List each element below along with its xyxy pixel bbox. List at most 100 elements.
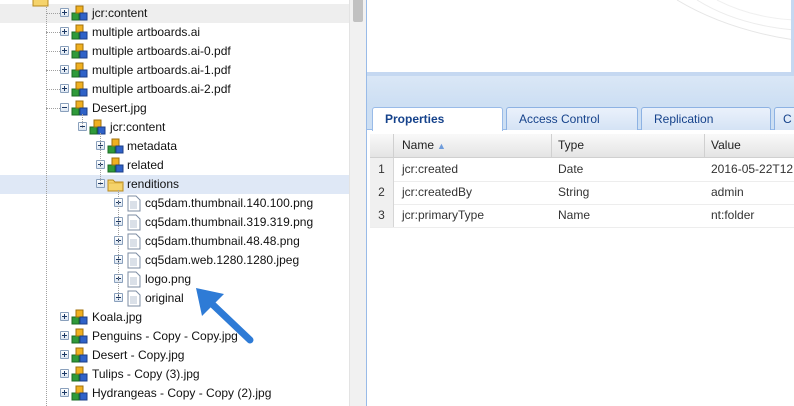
panel-splitter[interactable] bbox=[367, 76, 794, 104]
properties-panel: Properties Access Control Replication C … bbox=[366, 0, 794, 406]
scrollbar-thumb[interactable] bbox=[353, 0, 363, 22]
column-header-value[interactable]: Value bbox=[705, 134, 794, 157]
tree-node-label[interactable]: multiple artboards.ai-0.pdf bbox=[92, 42, 231, 61]
node-icon bbox=[71, 24, 88, 40]
tree-node-label[interactable]: jcr:content bbox=[92, 4, 147, 23]
table-row[interactable]: 2 jcr:createdBy String admin bbox=[370, 181, 794, 205]
tree-node-penguins[interactable]: Penguins - Copy - Copy.jpg bbox=[0, 327, 349, 346]
cell-value[interactable]: nt:folder bbox=[705, 204, 794, 227]
tree-guide-line bbox=[46, 70, 60, 71]
node-icon bbox=[71, 347, 88, 363]
tree-node-label[interactable]: logo.png bbox=[145, 270, 191, 289]
tree-node-desert-jcr-content[interactable]: jcr:content bbox=[0, 118, 349, 137]
expand-icon[interactable] bbox=[60, 388, 69, 397]
tree-node-logo-png[interactable]: logo.png bbox=[0, 270, 349, 289]
tree-node-label[interactable]: multiple artboards.ai-2.pdf bbox=[92, 80, 231, 99]
rownum-header bbox=[370, 134, 394, 157]
tree-node-label[interactable]: renditions bbox=[127, 175, 179, 194]
tree-node-label[interactable]: related bbox=[127, 156, 164, 175]
tree-node-label[interactable]: metadata bbox=[127, 137, 177, 156]
tree-node-thumbnail-319[interactable]: cq5dam.thumbnail.319.319.png bbox=[0, 213, 349, 232]
tree-node-label[interactable]: multiple artboards.ai bbox=[92, 23, 200, 42]
tree-node-hydrangeas[interactable]: Hydrangeas - Copy - Copy (2).jpg bbox=[0, 384, 349, 403]
tree-guide-line bbox=[46, 51, 60, 52]
expand-icon[interactable] bbox=[60, 84, 69, 93]
tree-node-koala-jpg[interactable]: Koala.jpg bbox=[0, 308, 349, 327]
tree-node-renditions[interactable]: renditions bbox=[0, 175, 349, 194]
tree-node-related[interactable]: related bbox=[0, 156, 349, 175]
tree-node-label[interactable]: Desert - Copy.jpg bbox=[92, 346, 184, 365]
tree-guide-line bbox=[100, 133, 101, 185]
cell-type[interactable]: String bbox=[552, 181, 705, 204]
tree-node-original[interactable]: original bbox=[0, 289, 349, 308]
column-header-type[interactable]: Type bbox=[552, 134, 705, 157]
node-icon bbox=[107, 138, 124, 154]
tree-node-thumbnail-140[interactable]: cq5dam.thumbnail.140.100.png bbox=[0, 194, 349, 213]
tree-guide-line bbox=[46, 108, 60, 109]
cell-name[interactable]: jcr:primaryType bbox=[394, 204, 552, 227]
sort-ascending-icon: ▲ bbox=[437, 141, 446, 151]
tree-node-thumbnail-48[interactable]: cq5dam.thumbnail.48.48.png bbox=[0, 232, 349, 251]
expand-icon[interactable] bbox=[60, 27, 69, 36]
cell-name[interactable]: jcr:createdBy bbox=[394, 181, 552, 204]
folder-icon bbox=[32, 0, 49, 7]
file-icon bbox=[127, 271, 141, 288]
node-icon bbox=[71, 385, 88, 401]
tree-node-web-1280[interactable]: cq5dam.web.1280.1280.jpeg bbox=[0, 251, 349, 270]
tree-node-label[interactable]: cq5dam.thumbnail.140.100.png bbox=[145, 194, 313, 213]
tree-node-label[interactable]: Tulips - Copy (3).jpg bbox=[92, 365, 200, 384]
tree-node-label[interactable]: jcr:content bbox=[110, 118, 165, 137]
file-icon bbox=[127, 214, 141, 231]
editor-area bbox=[367, 0, 794, 76]
file-icon bbox=[127, 195, 141, 212]
properties-grid: Name ▲ Type Value 1 jcr:created Date 2016… bbox=[370, 134, 794, 406]
node-icon bbox=[71, 328, 88, 344]
tree-node-label[interactable]: Koala.jpg bbox=[92, 308, 142, 327]
tree-node-label[interactable]: cq5dam.web.1280.1280.jpeg bbox=[145, 251, 299, 270]
tree-scrollbar[interactable] bbox=[349, 0, 366, 406]
tab-overflow[interactable]: C bbox=[774, 107, 794, 130]
expand-icon[interactable] bbox=[60, 331, 69, 340]
tree-node-label[interactable]: original bbox=[145, 289, 184, 308]
node-icon bbox=[71, 100, 88, 116]
node-icon bbox=[71, 43, 88, 59]
tree-node-desert-copy[interactable]: Desert - Copy.jpg bbox=[0, 346, 349, 365]
tree-node-label[interactable]: cq5dam.thumbnail.48.48.png bbox=[145, 232, 300, 251]
cell-value[interactable]: admin bbox=[705, 181, 794, 204]
tree-guide-line bbox=[46, 32, 60, 33]
tree-node-label[interactable]: Desert.jpg bbox=[92, 99, 147, 118]
file-icon bbox=[127, 290, 141, 307]
tree-node-label[interactable]: Hydrangeas - Copy - Copy (2).jpg bbox=[92, 384, 271, 403]
node-icon bbox=[107, 157, 124, 173]
row-number: 2 bbox=[370, 181, 394, 204]
cell-type[interactable]: Date bbox=[552, 158, 705, 181]
column-header-label: Name bbox=[402, 138, 435, 152]
tab-properties[interactable]: Properties bbox=[372, 107, 503, 131]
collapse-icon[interactable] bbox=[60, 103, 69, 112]
table-row[interactable]: 3 jcr:primaryType Name nt:folder bbox=[370, 204, 794, 228]
tab-strip: Properties Access Control Replication C bbox=[367, 104, 794, 131]
tree-node-tulips[interactable]: Tulips - Copy (3).jpg bbox=[0, 365, 349, 384]
folder-icon bbox=[107, 179, 124, 192]
tree-node-label[interactable]: cq5dam.thumbnail.319.319.png bbox=[145, 213, 313, 232]
background-decoration bbox=[676, 0, 791, 40]
tab-access-control[interactable]: Access Control bbox=[506, 107, 638, 130]
file-icon bbox=[127, 252, 141, 269]
row-number: 3 bbox=[370, 204, 394, 227]
tree-node-label[interactable]: multiple artboards.ai-1.pdf bbox=[92, 61, 231, 80]
cell-name[interactable]: jcr:created bbox=[394, 158, 552, 181]
expand-icon[interactable] bbox=[60, 8, 69, 17]
expand-icon[interactable] bbox=[60, 65, 69, 74]
tab-replication[interactable]: Replication bbox=[641, 107, 771, 130]
cell-value[interactable]: 2016-05-22T12 bbox=[705, 158, 794, 181]
expand-icon[interactable] bbox=[60, 350, 69, 359]
node-icon bbox=[71, 5, 88, 21]
node-icon bbox=[71, 62, 88, 78]
expand-icon[interactable] bbox=[60, 46, 69, 55]
expand-icon[interactable] bbox=[60, 369, 69, 378]
tree-node-metadata[interactable]: metadata bbox=[0, 137, 349, 156]
column-header-name[interactable]: Name ▲ bbox=[394, 134, 552, 157]
table-row[interactable]: 1 jcr:created Date 2016-05-22T12 bbox=[370, 158, 794, 182]
cell-type[interactable]: Name bbox=[552, 204, 705, 227]
expand-icon[interactable] bbox=[60, 312, 69, 321]
